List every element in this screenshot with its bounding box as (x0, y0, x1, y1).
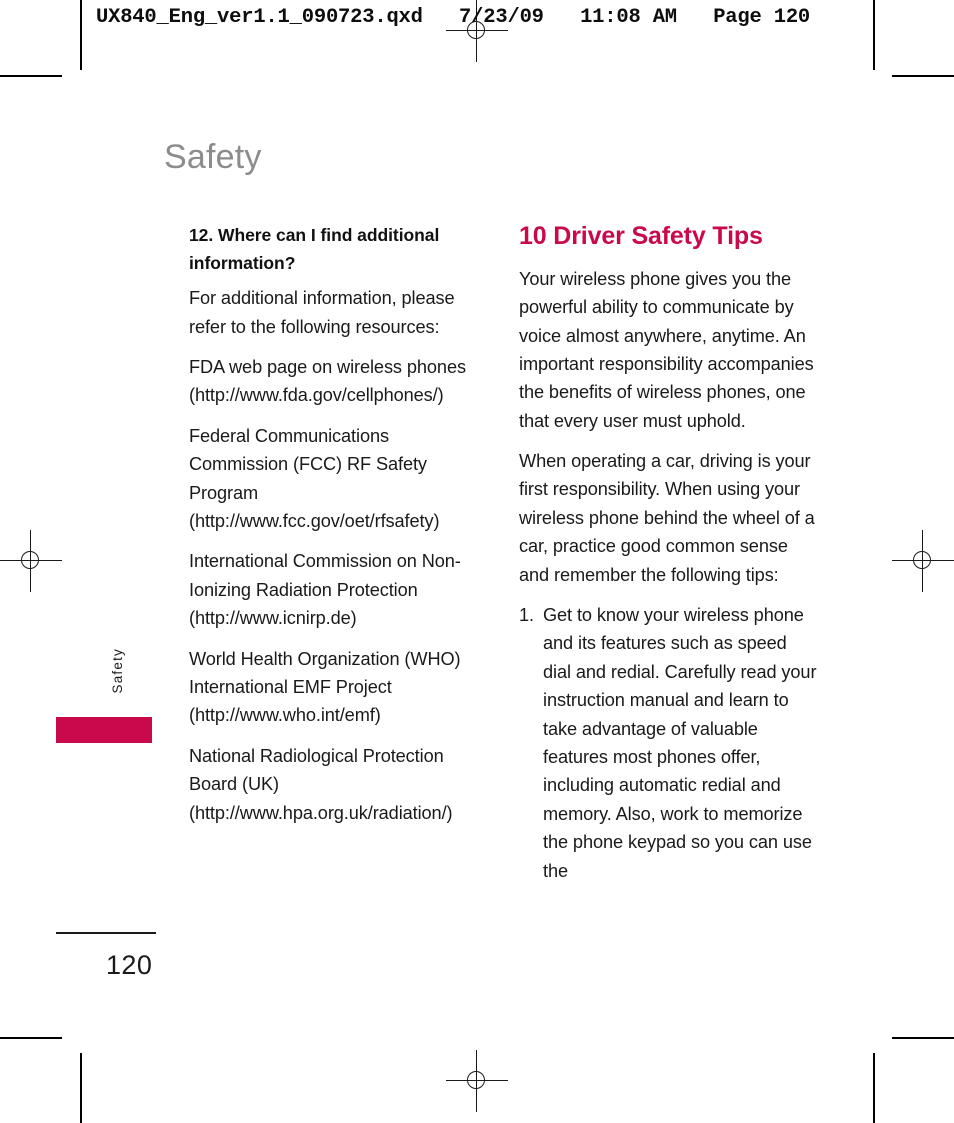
right-column-paragraph: When operating a car, driving is your fi… (519, 451, 815, 585)
list-item-number: 1. (519, 605, 534, 626)
registration-mark-right (892, 530, 954, 592)
crop-line-bottom-left-vertical (80, 1053, 82, 1123)
left-column-paragraph: International Commission on Non-Ionizing… (189, 551, 461, 629)
page-number: 120 (106, 950, 153, 980)
registration-mark-left (0, 530, 62, 592)
footer-rule (56, 932, 156, 934)
crop-line-top-left-horizontal (0, 75, 62, 77)
page-title: Safety (164, 138, 262, 176)
proof-header-slug: UX840_Eng_ver1.1_090723.qxd 7/23/09 11:0… (96, 6, 811, 29)
left-column: 12. Where can I find additional informat… (189, 222, 485, 827)
section-heading: 10 Driver Safety Tips (519, 222, 763, 250)
left-column-sub-heading: 12. Where can I find additional informat… (189, 225, 440, 273)
list-item: 1. Get to know your wireless phone and it… (519, 601, 819, 885)
left-column-paragraph: Federal Communications Commission (FCC) … (189, 425, 440, 532)
registration-mark-bottom (446, 1050, 508, 1112)
right-column-paragraph: Your wireless phone gives you the powerf… (519, 268, 814, 431)
crop-line-bottom-right-vertical (873, 1053, 875, 1123)
crop-line-bottom-right-horizontal (892, 1037, 954, 1039)
right-column: 10 Driver Safety Tips Your wireless phon… (519, 222, 819, 897)
side-tab-label: Safety (110, 648, 125, 694)
left-column-paragraph: National Radiological Protection Board (… (189, 745, 453, 823)
left-column-paragraph: FDA web page on wireless phones (http://… (189, 357, 466, 406)
crop-line-top-right-vertical (873, 0, 875, 70)
list-item-text: Get to know your wireless phone and its … (543, 605, 817, 881)
left-column-paragraph: World Health Organization (WHO) Internat… (189, 648, 461, 726)
crop-line-bottom-left-horizontal (0, 1037, 62, 1039)
driver-safety-tips-list: 1. Get to know your wireless phone and it… (519, 601, 819, 885)
crop-line-top-left-vertical (80, 0, 82, 70)
left-column-paragraph: For additional information, please refer… (189, 288, 455, 337)
crop-line-top-right-horizontal (892, 75, 954, 77)
side-tab-color-block (56, 717, 152, 743)
